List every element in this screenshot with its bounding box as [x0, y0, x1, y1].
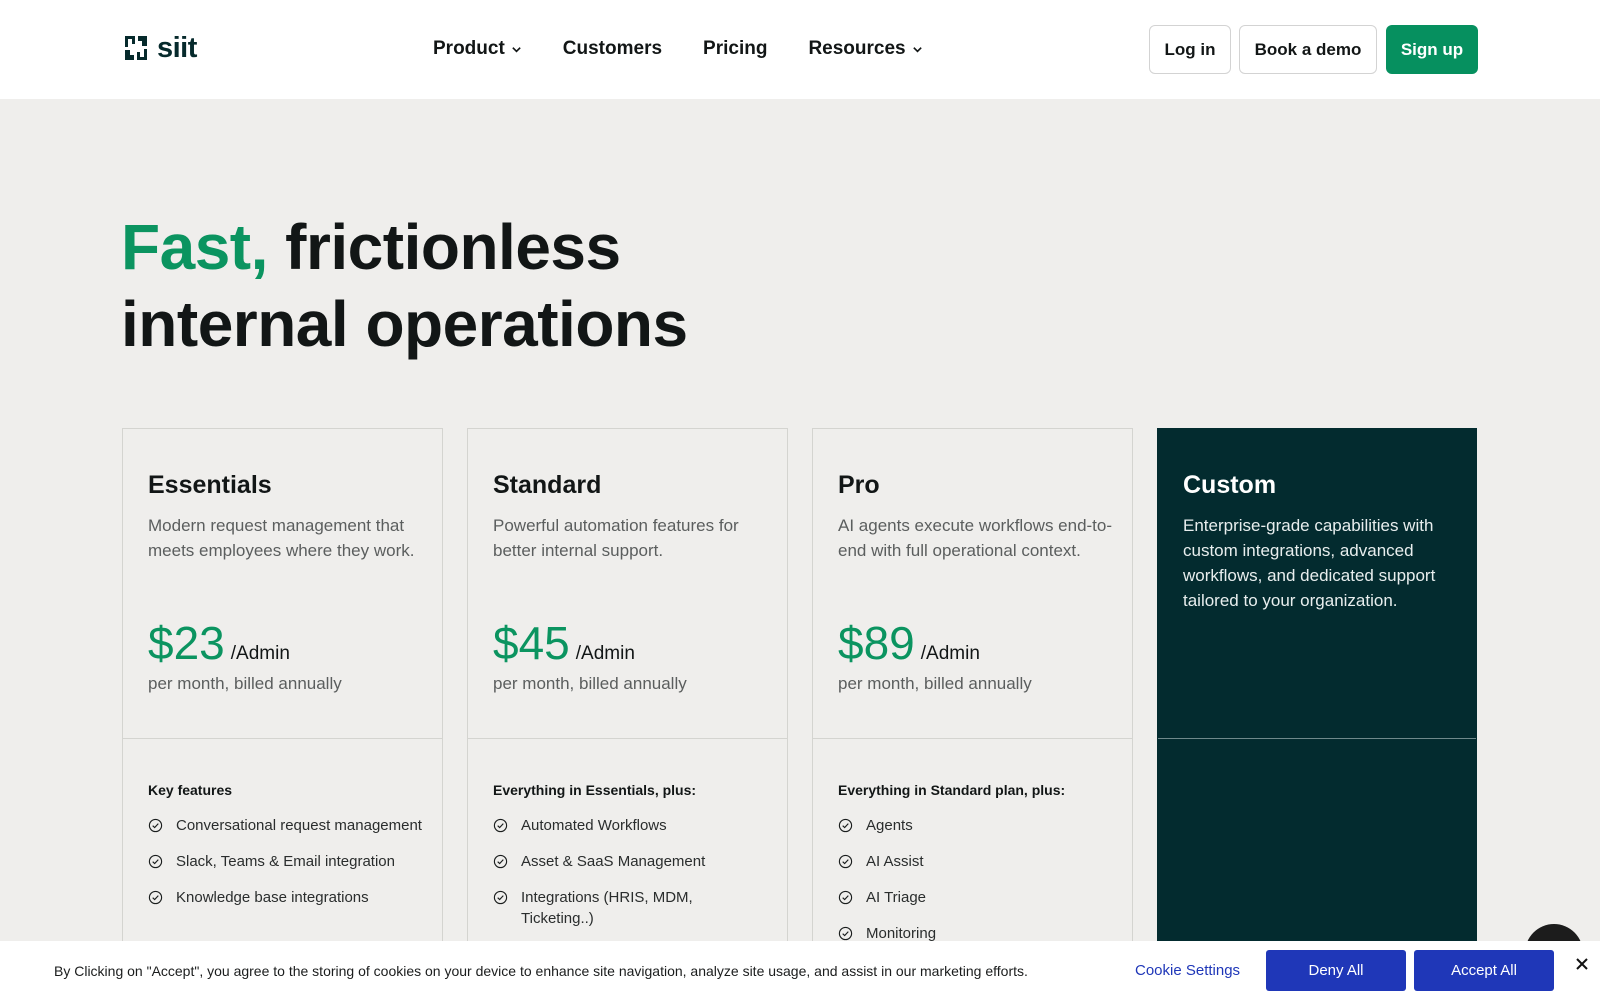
hero-line1-rest: frictionless	[267, 211, 621, 283]
price-row: $89 /Admin	[838, 620, 980, 666]
nav-item-pricing[interactable]: Pricing	[703, 38, 767, 60]
feature-label: Knowledge base integrations	[176, 889, 369, 906]
chevron-down-icon	[912, 46, 922, 53]
price-unit: /Admin	[920, 643, 980, 664]
features-heading: Key features	[148, 782, 233, 798]
siit-logo-mark-icon	[125, 36, 147, 60]
feature-label: Integrations (HRIS, MDM, Ticketing..)	[521, 889, 693, 927]
plan-price: $89	[838, 617, 915, 669]
close-icon[interactable]	[1574, 956, 1590, 972]
nav-item-customers[interactable]: Customers	[563, 38, 662, 60]
check-circle-icon	[148, 854, 163, 869]
siit-logo[interactable]: siit	[121, 31, 197, 65]
feature-label: Automated Workflows	[521, 817, 667, 834]
plan-price: $23	[148, 617, 225, 669]
deny-all-button[interactable]: Deny All	[1266, 950, 1406, 991]
feature-item: AI Triage	[838, 887, 1113, 908]
check-circle-icon	[148, 818, 163, 833]
plan-description: Enterprise-grade capabilities with custo…	[1183, 516, 1436, 610]
plan-card-standard: Standard Powerful automation features fo…	[467, 428, 788, 1000]
billing-note: per month, billed annually	[838, 674, 1032, 693]
hero-title: Fast, frictionless internal operations	[121, 209, 921, 363]
cookie-settings-link[interactable]: Cookie Settings	[1135, 962, 1240, 979]
accept-all-button[interactable]: Accept All	[1414, 950, 1554, 991]
nav-label: Pricing	[703, 38, 768, 59]
chevron-down-icon	[512, 46, 521, 53]
plan-summary: Pro AI agents execute workflows end-to-e…	[813, 429, 1132, 739]
plan-name: Essentials	[148, 471, 272, 499]
check-circle-icon	[148, 890, 163, 905]
feature-item: Integrations (HRIS, MDM, Ticketing..)	[493, 887, 768, 929]
check-circle-icon	[838, 890, 853, 905]
plan-description: AI agents execute workflows end-to-end w…	[838, 516, 1113, 560]
book-demo-button[interactable]: Book a demo	[1239, 25, 1377, 74]
price-unit: /Admin	[575, 643, 635, 664]
plan-card-pro: Pro AI agents execute workflows end-to-e…	[812, 428, 1133, 1000]
plan-description: Modern request management that meets emp…	[148, 516, 415, 560]
billing-note: per month, billed annually	[493, 674, 687, 693]
nav-label: Resources	[808, 38, 906, 59]
features-heading: Everything in Standard plan, plus:	[838, 782, 1066, 798]
feature-list: Automated Workflows Asset & SaaS Managem…	[493, 815, 768, 944]
feature-label: Agents	[866, 817, 913, 834]
feature-item: AI Assist	[838, 851, 1113, 872]
price-row: $23 /Admin	[148, 620, 290, 666]
hero-accent: Fast,	[121, 211, 268, 283]
feature-item: Knowledge base integrations	[148, 887, 423, 908]
plan-name: Custom	[1183, 471, 1277, 499]
plan-summary: Standard Powerful automation features fo…	[468, 429, 787, 739]
plan-name: Standard	[493, 471, 602, 499]
feature-label: Asset & SaaS Management	[521, 853, 706, 870]
feature-label: Slack, Teams & Email integration	[176, 853, 395, 870]
feature-item: Automated Workflows	[493, 815, 768, 836]
nav-label: Customers	[562, 38, 663, 59]
plan-name: Pro	[838, 471, 880, 499]
cookie-banner: By Clicking on "Accept", you agree to th…	[0, 941, 1600, 1000]
plan-price: $45	[493, 617, 570, 669]
check-circle-icon	[838, 818, 853, 833]
logo-text: siit	[157, 31, 197, 64]
feature-label: Conversational request management	[176, 817, 422, 834]
feature-list: Conversational request management Slack,…	[148, 815, 423, 923]
plan-summary: Custom Enterprise-grade capabilities wit…	[1158, 429, 1476, 739]
site-header: siit Product Customers Pricing Resources…	[0, 0, 1600, 99]
plan-card-essentials: Essentials Modern request management tha…	[122, 428, 443, 1000]
check-circle-icon	[838, 854, 853, 869]
nav-item-resources[interactable]: Resources	[808, 38, 922, 60]
check-circle-icon	[493, 890, 508, 905]
plan-summary: Essentials Modern request management tha…	[123, 429, 442, 739]
billing-note: per month, billed annually	[148, 674, 342, 693]
feature-label: AI Triage	[866, 889, 927, 906]
plan-description: Powerful automation features for better …	[493, 516, 739, 560]
feature-list: Agents AI Assist AI Triage Monitoring	[838, 815, 1113, 959]
cookie-message: By Clicking on "Accept", you agree to th…	[54, 963, 1028, 979]
plan-card-custom: Custom Enterprise-grade capabilities wit…	[1157, 428, 1477, 1000]
check-circle-icon	[493, 854, 508, 869]
feature-item: Asset & SaaS Management	[493, 851, 768, 872]
feature-item: Slack, Teams & Email integration	[148, 851, 423, 872]
nav-label: Product	[433, 38, 505, 59]
check-circle-icon	[493, 818, 508, 833]
main-nav: Product Customers Pricing Resources	[433, 34, 923, 64]
hero-line2: internal operations	[121, 288, 688, 360]
price-row: $45 /Admin	[493, 620, 635, 666]
features-heading: Everything in Essentials, plus:	[493, 782, 697, 798]
signup-button[interactable]: Sign up	[1386, 25, 1478, 74]
feature-item: Conversational request management	[148, 815, 423, 836]
check-circle-icon	[838, 926, 853, 941]
feature-label: AI Assist	[866, 853, 924, 870]
price-unit: /Admin	[230, 643, 290, 664]
feature-item: Agents	[838, 815, 1113, 836]
nav-item-product[interactable]: Product	[433, 38, 522, 60]
login-button[interactable]: Log in	[1149, 25, 1231, 74]
